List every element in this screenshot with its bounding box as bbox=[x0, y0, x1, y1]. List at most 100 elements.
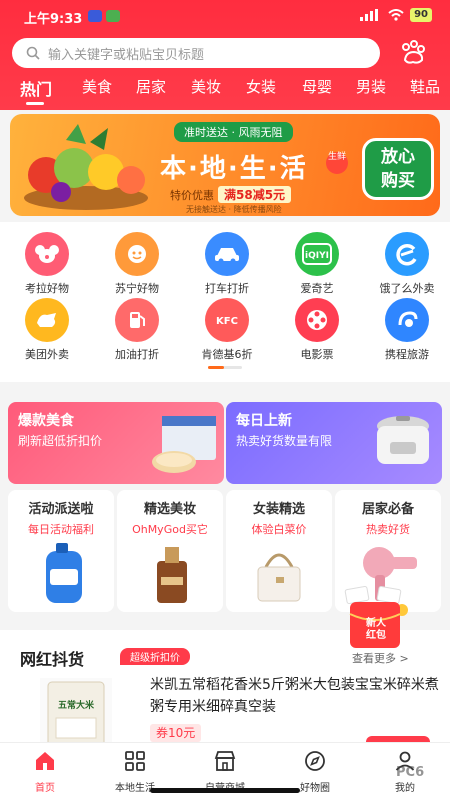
promo-daily-new[interactable]: 每日上新 热卖好货数量有限 bbox=[226, 402, 442, 484]
shortcut-meituan[interactable]: 美团外卖 bbox=[2, 298, 92, 362]
card-beauty[interactable]: 精选美妆 OhMyGod买它 bbox=[117, 490, 223, 612]
promo-hot-food[interactable]: 爆款美食 刷新超低折扣价 bbox=[8, 402, 224, 484]
kfc-icon: KFC bbox=[205, 298, 249, 342]
new-user-red-envelope[interactable]: 新人 红包 bbox=[336, 586, 418, 652]
search-icon bbox=[26, 46, 40, 60]
tab-beauty[interactable]: 美妆 bbox=[191, 76, 221, 97]
card-subtitle: 热卖好货 bbox=[366, 523, 410, 536]
status-bar: 上午9:33 90 bbox=[0, 0, 450, 32]
header: 上午9:33 90 输入关键字或粘贴宝贝标题 热门 美食 居家 美妆 女装 母婴… bbox=[0, 0, 450, 110]
shortcut-kfc[interactable]: KFC 肯德基6折 bbox=[182, 298, 272, 362]
svg-text:五常大米: 五常大米 bbox=[58, 699, 95, 711]
handbag-icon bbox=[257, 553, 301, 602]
card-women[interactable]: 女装精选 体验白菜价 bbox=[226, 490, 332, 612]
card-activity[interactable]: 活动派送啦 每日活动福利 bbox=[8, 490, 114, 612]
watermark: PC6 bbox=[396, 765, 425, 780]
card-title: 居家必备 bbox=[361, 502, 414, 517]
home-indicator bbox=[150, 788, 300, 793]
card-subtitle: OhMyGod买它 bbox=[132, 523, 208, 536]
shortcut-label: 美团外卖 bbox=[25, 348, 69, 361]
app-notification-icon bbox=[88, 10, 102, 22]
banner-promo-value: 满58减5元 bbox=[218, 186, 292, 203]
tab-shoes[interactable]: 鞋品 bbox=[410, 76, 440, 97]
banner-promo: 特价优惠 满58减5元 bbox=[170, 186, 292, 203]
shortcut-taxi[interactable]: 打车打折 bbox=[182, 232, 272, 296]
perfume-bottle-icon bbox=[157, 547, 187, 603]
card-title: 活动派送啦 bbox=[28, 502, 94, 517]
suning-icon bbox=[115, 232, 159, 276]
shortcut-ctrip[interactable]: 携程旅游 bbox=[362, 298, 450, 362]
view-more-link[interactable]: 查看更多 > bbox=[352, 650, 409, 666]
envelope-line-2: 红包 bbox=[366, 630, 386, 641]
tab-food[interactable]: 美食 bbox=[82, 76, 112, 97]
nav-home[interactable]: 首页 bbox=[0, 749, 90, 794]
shortcut-label: 肯德基6折 bbox=[201, 348, 253, 361]
store-icon bbox=[214, 751, 236, 771]
nav-label: 我的 bbox=[395, 783, 415, 794]
grid-icon bbox=[125, 751, 145, 771]
battery-indicator: 90 bbox=[410, 8, 432, 22]
compass-icon bbox=[305, 751, 325, 771]
rice-bag-icon: 五常大米 bbox=[47, 681, 105, 749]
tab-hot[interactable]: 热门 bbox=[20, 76, 52, 100]
product-image[interactable]: 五常大米 bbox=[40, 678, 112, 749]
banner-fresh-badge: 生鲜 bbox=[326, 152, 348, 174]
card-title: 女装精选 bbox=[252, 502, 305, 517]
eleme-icon bbox=[385, 232, 429, 276]
status-time: 上午9:33 bbox=[24, 12, 83, 27]
coupon-badge: 券10元 bbox=[150, 724, 202, 742]
svg-text:KFC: KFC bbox=[216, 316, 238, 327]
card-subtitle: 每日活动福利 bbox=[28, 523, 94, 536]
envelope-label: 新人 红包 bbox=[358, 618, 394, 642]
product-title[interactable]: 米凯五常稻花香米5斤粥米大包装宝宝米碎米煮粥专用米细碎真空装 bbox=[150, 674, 440, 718]
shortcut-label: 电影票 bbox=[300, 348, 334, 361]
search-input[interactable]: 输入关键字或粘贴宝贝标题 bbox=[12, 38, 380, 68]
shortcut-eleme[interactable]: 饿了么外卖 bbox=[362, 232, 450, 296]
taxi-icon bbox=[205, 232, 249, 276]
shortcut-movie[interactable]: 电影票 bbox=[272, 298, 362, 362]
badge-line-2: 购买 bbox=[381, 171, 415, 191]
shortcut-label: 携程旅游 bbox=[385, 348, 429, 361]
detergent-bottle-icon bbox=[46, 543, 82, 603]
fuel-icon bbox=[115, 298, 159, 342]
badge-line-1: 放心 bbox=[381, 147, 415, 167]
shortcut-label: 打车打折 bbox=[205, 282, 249, 295]
shortcut-fuel[interactable]: 加油打折 bbox=[92, 298, 182, 362]
koala-icon bbox=[25, 232, 69, 276]
home-icon bbox=[36, 752, 54, 770]
tab-men[interactable]: 男装 bbox=[356, 76, 386, 97]
search-placeholder: 输入关键字或粘贴宝贝标题 bbox=[48, 47, 205, 63]
card-title: 精选美妆 bbox=[143, 502, 196, 517]
wifi-icon bbox=[388, 9, 404, 21]
tab-home[interactable]: 居家 bbox=[136, 76, 166, 97]
meituan-icon bbox=[25, 298, 69, 342]
category-button[interactable] bbox=[396, 36, 430, 70]
banner-note: 无接触送达 · 降低传播风险 bbox=[186, 205, 282, 214]
promo-title: 爆款美食 bbox=[18, 413, 74, 429]
section-title: 网红抖货 bbox=[20, 650, 85, 669]
banner-promo-label: 特价优惠 bbox=[170, 189, 214, 202]
shortcut-label: 饿了么外卖 bbox=[379, 282, 435, 295]
shortcut-label: 考拉好物 bbox=[25, 282, 69, 295]
ctrip-icon bbox=[385, 298, 429, 342]
banner-reassure-badge: 放心 购买 bbox=[362, 138, 434, 200]
tab-baby[interactable]: 母婴 bbox=[302, 76, 332, 97]
tab-women[interactable]: 女装 bbox=[246, 76, 276, 97]
card-subtitle: 体验白菜价 bbox=[251, 523, 307, 536]
film-reel-icon bbox=[295, 298, 339, 342]
shortcut-iqiyi[interactable]: iQIYI 爱奇艺 bbox=[272, 232, 362, 296]
shortcut-kaola[interactable]: 考拉好物 bbox=[2, 232, 92, 296]
snack-box-icon bbox=[152, 416, 216, 473]
page-indicator-active bbox=[208, 366, 224, 369]
shortcut-suning[interactable]: 苏宁好物 bbox=[92, 232, 182, 296]
local-life-banner[interactable]: 准时送达 · 风雨无阻 本·地·生·活 生鲜 特价优惠 满58减5元 无接触送达 … bbox=[10, 114, 440, 216]
banner-title: 本·地·生·活 bbox=[160, 154, 308, 184]
promo-subtitle: 刷新超低折扣价 bbox=[18, 434, 103, 448]
category-tabs: 热门 美食 居家 美妆 女装 母婴 男装 鞋品 bbox=[0, 74, 450, 106]
shortcut-label: 加油打折 bbox=[115, 348, 159, 361]
fruit-basket-icon bbox=[24, 124, 148, 210]
signal-icon bbox=[360, 9, 379, 21]
tab-active-indicator bbox=[26, 102, 44, 105]
shortcut-grid: 考拉好物 苏宁好物 打车打折 iQIYI 爱奇艺 饿了么外卖 美团外卖 加油打折… bbox=[0, 222, 450, 382]
shortcut-label: 爱奇艺 bbox=[300, 282, 334, 295]
